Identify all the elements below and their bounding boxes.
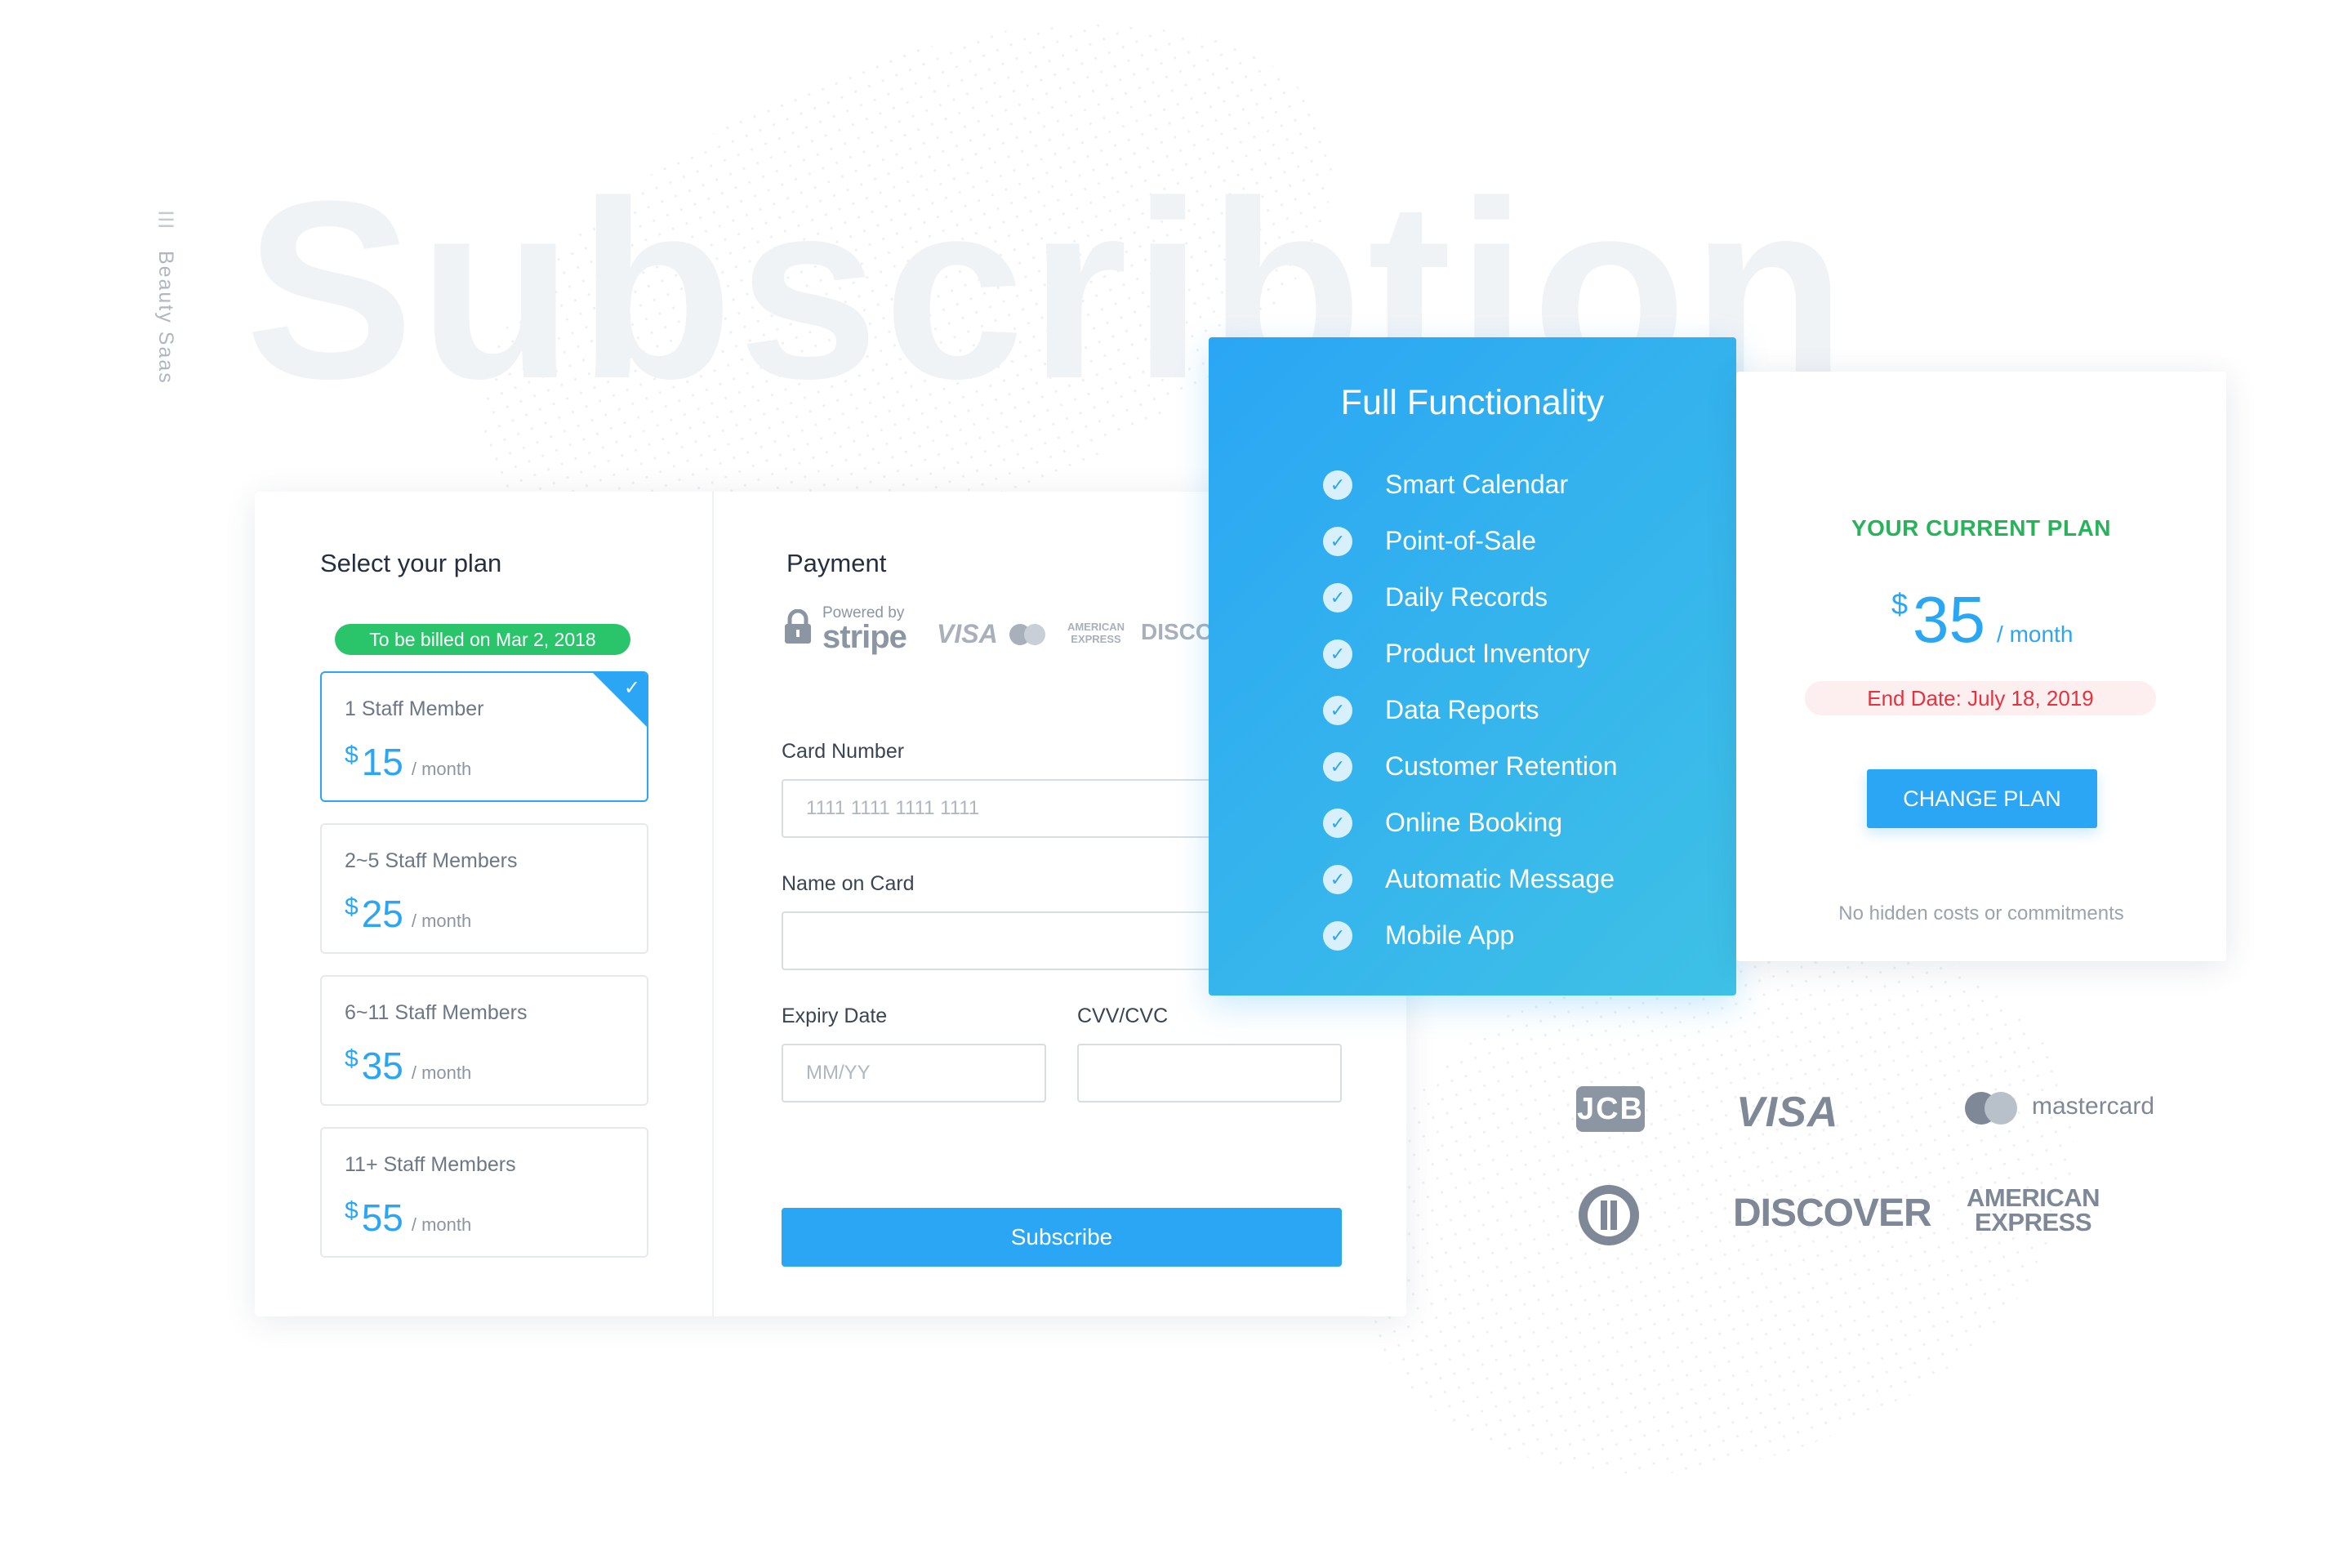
- feature-label: Data Reports: [1385, 695, 1539, 724]
- feature-label: Product Inventory: [1385, 639, 1590, 668]
- price-amount: 15: [361, 741, 403, 783]
- feature-label: Point-of-Sale: [1385, 526, 1536, 555]
- price-amount: 25: [361, 893, 403, 935]
- feature-item: ✓ Online Booking: [1323, 808, 1562, 838]
- currency-symbol: $: [345, 1197, 359, 1224]
- discover-logo: DISCOVER: [1733, 1192, 1932, 1235]
- amex-line-1: AMERICAN: [1967, 1183, 2100, 1212]
- cvv-input[interactable]: [1077, 1044, 1342, 1102]
- check-circle-icon: ✓: [1323, 751, 1352, 782]
- price-period: / month: [411, 911, 472, 931]
- visa-mini-logo: VISA: [937, 619, 998, 648]
- mastercard-circles-icon: [1965, 1092, 2017, 1125]
- plan-option-2[interactable]: 2~5 Staff Members $25 / month: [320, 823, 648, 954]
- plan-price: $15 / month: [345, 740, 471, 784]
- no-hidden-costs-note: No hidden costs or commitments: [1838, 902, 2124, 924]
- plan-name: 6~11 Staff Members: [345, 1001, 528, 1024]
- feature-label: Online Booking: [1385, 808, 1563, 837]
- features-title: Full Functionality: [1340, 383, 1605, 422]
- end-date-badge: End Date: July 18, 2019: [1805, 681, 2156, 715]
- stripe-badge: Powered by stripe VISA AMERICAN EXPRESS …: [782, 599, 1239, 655]
- stripe-logo: stripe: [822, 619, 907, 655]
- price-period: / month: [411, 1214, 472, 1235]
- plan-name: 11+ Staff Members: [345, 1153, 516, 1176]
- billing-date-badge: To be billed on Mar 2, 2018: [335, 624, 630, 655]
- feature-item: ✓ Data Reports: [1323, 695, 1539, 725]
- check-circle-icon: ✓: [1323, 582, 1352, 612]
- subscribe-button[interactable]: Subscribe: [782, 1208, 1342, 1267]
- check-icon: ✓: [623, 677, 640, 699]
- plan-column: Select your plan To be billed on Mar 2, …: [320, 549, 655, 1258]
- feature-label: Daily Records: [1385, 582, 1548, 612]
- plan-name: 1 Staff Member: [345, 697, 484, 720]
- currency-symbol: $: [345, 1045, 359, 1072]
- card-number-label: Card Number: [782, 740, 905, 763]
- mastercard-logo: mastercard: [2032, 1093, 2155, 1120]
- currency-symbol: $: [345, 742, 359, 768]
- check-circle-icon: ✓: [1323, 864, 1352, 894]
- price-amount: 35: [1913, 583, 1986, 656]
- current-plan-label: YOUR CURRENT PLAN: [1851, 515, 2112, 541]
- current-plan-card: YOUR CURRENT PLAN $35 / month End Date: J…: [1736, 372, 2226, 961]
- feature-label: Mobile App: [1385, 920, 1515, 950]
- plan-price: $35 / month: [345, 1044, 471, 1088]
- menu-bars-icon: ☰: [154, 208, 177, 234]
- plan-price: $55 / month: [345, 1196, 471, 1240]
- feature-item: ✓ Smart Calendar: [1323, 470, 1568, 500]
- amex-line-2: EXPRESS: [1975, 1208, 2091, 1236]
- diners-club-icon: [1579, 1185, 1639, 1245]
- brand-name: Beauty Saas: [154, 250, 177, 385]
- feature-item: ✓ Automatic Message: [1323, 864, 1615, 894]
- price-amount: 55: [361, 1196, 403, 1239]
- feature-item: ✓ Point-of-Sale: [1323, 526, 1536, 556]
- column-divider: [712, 492, 714, 1316]
- check-circle-icon: ✓: [1323, 639, 1352, 669]
- name-on-card-label: Name on Card: [782, 872, 915, 895]
- check-circle-icon: ✓: [1323, 695, 1352, 725]
- feature-label: Automatic Message: [1385, 864, 1615, 893]
- currency-symbol: $: [345, 893, 359, 920]
- amex-logo: AMERICAN EXPRESS: [1967, 1183, 2100, 1236]
- plan-price: $25 / month: [345, 892, 471, 936]
- price-amount: 35: [361, 1045, 403, 1087]
- cvv-label: CVV/CVC: [1077, 1004, 1169, 1027]
- plan-title: Select your plan: [320, 549, 502, 577]
- feature-item: ✓ Customer Retention: [1323, 751, 1618, 782]
- discover-mini-logo: DISCO: [1141, 619, 1214, 644]
- feature-label: Customer Retention: [1385, 751, 1618, 781]
- brand-vertical: ☰ Beauty Saas: [154, 208, 178, 385]
- price-period: / month: [1997, 621, 2074, 647]
- check-circle-icon: ✓: [1323, 808, 1352, 838]
- feature-item: ✓ Mobile App: [1323, 920, 1514, 951]
- check-circle-icon: ✓: [1323, 920, 1352, 951]
- plan-name: 2~5 Staff Members: [345, 849, 518, 872]
- plan-option-1[interactable]: 1 Staff Member $15 / month ✓: [320, 671, 648, 802]
- lock-icon: [785, 609, 811, 644]
- check-circle-icon: ✓: [1323, 470, 1352, 500]
- feature-item: ✓ Product Inventory: [1323, 639, 1590, 669]
- expiry-label: Expiry Date: [782, 1004, 888, 1027]
- change-plan-button[interactable]: CHANGE PLAN: [1867, 769, 2097, 828]
- visa-logo: VISA: [1736, 1089, 1839, 1136]
- currency-symbol: $: [1891, 587, 1909, 621]
- jcb-logo: JCB: [1576, 1086, 1645, 1132]
- expiry-input[interactable]: MM/YY: [782, 1044, 1046, 1102]
- price-period: / month: [411, 759, 472, 779]
- plan-option-3[interactable]: 6~11 Staff Members $35 / month: [320, 975, 648, 1106]
- plan-option-4[interactable]: 11+ Staff Members $55 / month: [320, 1127, 648, 1258]
- amex-mini-logo: AMERICAN EXPRESS: [1067, 621, 1125, 645]
- check-circle-icon: ✓: [1323, 526, 1352, 556]
- feature-item: ✓ Daily Records: [1323, 582, 1548, 612]
- price-period: / month: [411, 1062, 472, 1083]
- mastercard-mini-icon: [1009, 624, 1045, 645]
- feature-label: Smart Calendar: [1385, 470, 1569, 499]
- features-card: Full Functionality ✓ Smart Calendar ✓ Po…: [1209, 337, 1736, 996]
- current-plan-price: $35 / month: [1891, 582, 2073, 657]
